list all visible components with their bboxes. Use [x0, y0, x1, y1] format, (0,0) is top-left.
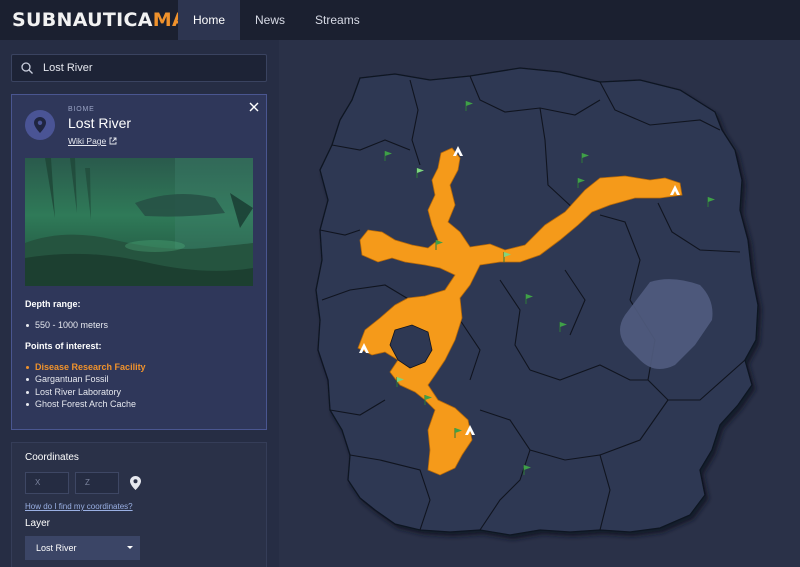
x-coordinate-input[interactable]: X: [25, 472, 69, 494]
coordinates-heading: Coordinates: [25, 452, 79, 463]
external-link-icon: [109, 137, 117, 145]
search-icon: [21, 62, 33, 74]
biome-label: BIOME: [68, 106, 95, 113]
layer-heading: Layer: [25, 518, 51, 529]
nav-news[interactable]: News: [240, 0, 300, 40]
find-coordinates-help-link[interactable]: How do I find my coordinates?: [25, 502, 133, 511]
nav-home[interactable]: Home: [178, 0, 241, 40]
depth-range-value: 550 - 1000 meters: [25, 319, 108, 331]
map-viewport[interactable]: [279, 40, 800, 567]
biome-screenshot-image: [25, 158, 253, 286]
biome-title: Lost River: [68, 115, 132, 131]
coordinates-panel: Coordinates X Z How do I find my coordin…: [11, 442, 267, 567]
top-bar: SUBNAUTICA MAP Home News Streams: [0, 0, 800, 40]
poi-item-disease-research-facility[interactable]: Disease Research Facility: [25, 361, 146, 373]
poi-list: Disease Research Facility Gargantuan Fos…: [25, 361, 146, 410]
depth-range-list: 550 - 1000 meters: [25, 319, 108, 331]
chevron-down-icon: [127, 546, 133, 549]
search-input[interactable]: Lost River: [11, 54, 267, 82]
wiki-page-link[interactable]: Wiki Page: [68, 136, 117, 146]
wiki-page-label: Wiki Page: [68, 136, 107, 146]
poi-item-gargantuan-fossil: Gargantuan Fossil: [25, 373, 146, 385]
location-pin-icon: [25, 110, 55, 140]
layer-select[interactable]: Lost River: [25, 536, 140, 560]
sidebar: Lost River BIOME Lost River Wiki Page De…: [0, 40, 279, 567]
search-value[interactable]: Lost River: [43, 62, 93, 74]
layer-selected-value: Lost River: [36, 543, 77, 553]
poi-item-lost-river-laboratory: Lost River Laboratory: [25, 386, 146, 398]
depth-range-heading: Depth range:: [25, 299, 81, 309]
nav-streams[interactable]: Streams: [300, 0, 375, 40]
logo-text-primary: SUBNAUTICA: [12, 9, 153, 31]
poi-item-ghost-forest-arch-cache: Ghost Forest Arch Cache: [25, 398, 146, 410]
poi-heading: Points of interest:: [25, 341, 102, 351]
close-icon[interactable]: [247, 100, 261, 114]
z-coordinate-input[interactable]: Z: [75, 472, 119, 494]
site-logo[interactable]: SUBNAUTICA MAP: [0, 0, 201, 40]
go-to-location-pin-icon[interactable]: [130, 476, 141, 490]
biome-info-card: BIOME Lost River Wiki Page Depth range: …: [11, 94, 267, 430]
biome-map[interactable]: [279, 40, 800, 567]
